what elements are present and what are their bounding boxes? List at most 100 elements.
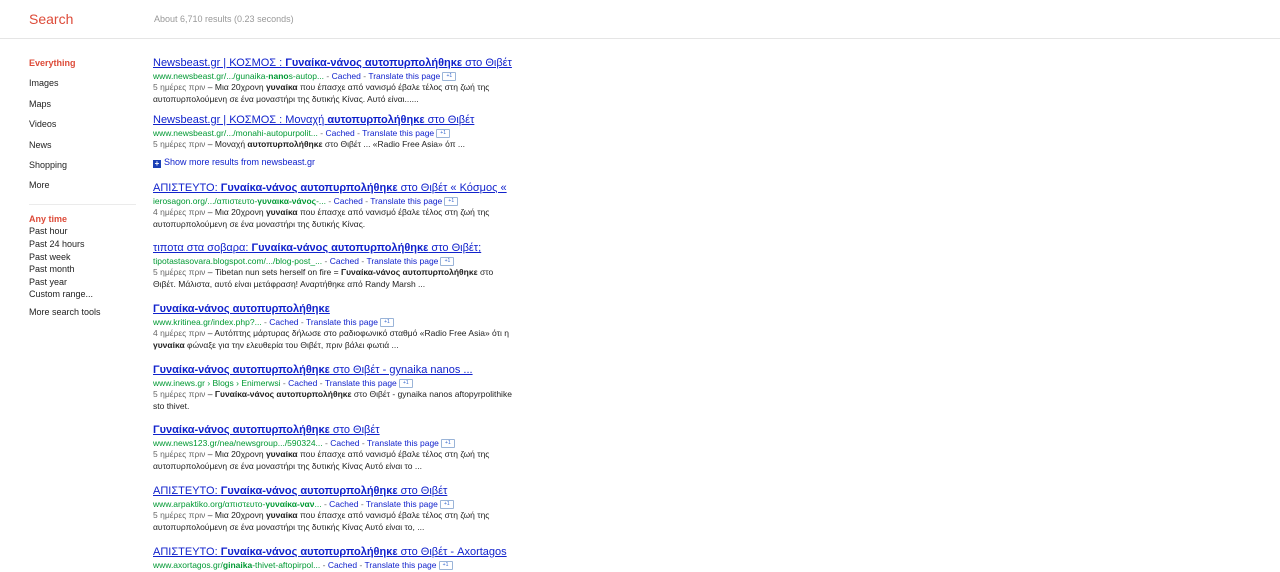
cached-link[interactable]: Cached bbox=[269, 317, 298, 327]
title-text: στο Θιβέτ bbox=[462, 57, 512, 69]
time-past-month[interactable]: Past month bbox=[29, 263, 139, 276]
translate-link[interactable]: Translate this page bbox=[325, 378, 397, 388]
separator: - bbox=[280, 378, 289, 388]
plus-one-button[interactable]: +1 bbox=[440, 257, 455, 267]
nav-everything[interactable]: Everything bbox=[29, 56, 139, 76]
title-highlight: Γυναίκα-νάνος αυτοπυρπολήθηκε bbox=[153, 303, 330, 315]
title-text: στο Θιβέτ - gynaika nanos ... bbox=[329, 364, 473, 376]
separator: - bbox=[357, 560, 365, 570]
result-snippet: 5 ημέρες πριν – Γυναίκα-νάνος αυτοπυρπολ… bbox=[153, 389, 512, 411]
cached-link[interactable]: Cached bbox=[334, 196, 363, 206]
result-url: www.kritinea.gr/index.php?... bbox=[153, 317, 262, 327]
separator: - bbox=[317, 378, 325, 388]
plus-one-button[interactable]: +1 bbox=[439, 500, 454, 510]
result-date: 5 ημέρες πριν bbox=[153, 82, 206, 92]
result-title-link[interactable]: Γυναίκα-νάνος αυτοπυρπολήθηκε στο Θιβέτ bbox=[153, 424, 513, 437]
title-highlight: αυτοπυρπολήθηκε bbox=[327, 114, 425, 126]
translate-link[interactable]: Translate this page bbox=[367, 438, 439, 448]
cached-link[interactable]: Cached bbox=[288, 378, 317, 388]
translate-link[interactable]: Translate this page bbox=[370, 196, 442, 206]
nav-images[interactable]: Images bbox=[29, 76, 139, 96]
result-date: 5 ημέρες πριν bbox=[153, 139, 206, 149]
result-title-link[interactable]: ΑΠΙΣΤΕΥΤΟ: Γυναίκα-νάνος αυτοπυρπολήθηκε… bbox=[153, 485, 513, 498]
result-title-link[interactable]: τιποτα στα σοβαρα: Γυναίκα-νάνος αυτοπυρ… bbox=[153, 242, 513, 255]
title-text: στο Θιβέτ « Κόσμος « bbox=[397, 182, 507, 194]
plus-one-button[interactable]: +1 bbox=[442, 72, 457, 82]
title-text: Newsbeast.gr | ΚΟΣΜΟΣ : Μοναχή bbox=[153, 114, 328, 126]
translate-link[interactable]: Translate this page bbox=[306, 317, 378, 327]
cached-link[interactable]: Cached bbox=[332, 71, 361, 81]
time-past-week[interactable]: Past week bbox=[29, 251, 139, 264]
result-title-link[interactable]: Newsbeast.gr | ΚΟΣΜΟΣ : Γυναίκα-νάνος αυ… bbox=[153, 57, 513, 70]
result-date: 5 ημέρες πριν bbox=[153, 389, 206, 399]
result-url-line: www.kritinea.gr/index.php?... - Cached -… bbox=[153, 316, 513, 328]
title-text: τιποτα στα σοβαρα: bbox=[153, 242, 252, 254]
result-url: www.axortagos.gr/ginaika-thivet-aftopirp… bbox=[153, 560, 321, 570]
result-url: www.newsbeast.gr/.../monahi-autopurpolit… bbox=[153, 128, 318, 138]
plus-one-button[interactable]: +1 bbox=[436, 129, 451, 139]
result-title-link[interactable]: ΑΠΙΣΤΕΥΤΟ: Γυναίκα-νάνος αυτοπυρπολήθηκε… bbox=[153, 182, 513, 195]
more-results-label: Show more results from newsbeast.gr bbox=[164, 157, 316, 167]
translate-link[interactable]: Translate this page bbox=[365, 560, 437, 570]
title-highlight: Γυναίκα-νάνος αυτοπυρπολήθηκε bbox=[251, 242, 429, 254]
search-result: Γυναίκα-νάνος αυτοπυρπολήθηκε στο Θιβέτ … bbox=[153, 424, 513, 472]
separator: - bbox=[358, 499, 366, 509]
nav-maps[interactable]: Maps bbox=[29, 97, 139, 117]
result-snippet: 5 ημέρες πριν – Tibetan nun sets herself… bbox=[153, 267, 494, 289]
result-stats: About 6,710 results (0.23 seconds) bbox=[154, 14, 294, 24]
plus-one-button[interactable]: +1 bbox=[398, 379, 413, 389]
result-snippet: 5 ημέρες πριν – Μια 20χρονη γυναίκα που … bbox=[153, 510, 490, 532]
show-more-results-link[interactable]: + Show more results from newsbeast.gr bbox=[153, 157, 315, 168]
title-text: Newsbeast.gr | ΚΟΣΜΟΣ : bbox=[153, 57, 286, 69]
time-past-24-hours[interactable]: Past 24 hours bbox=[29, 238, 139, 251]
result-title-link[interactable]: Newsbeast.gr | ΚΟΣΜΟΣ : Μοναχή αυτοπυρπο… bbox=[153, 114, 513, 127]
cached-link[interactable]: Cached bbox=[328, 560, 357, 570]
top-bar: Search About 6,710 results (0.23 seconds… bbox=[0, 0, 1280, 39]
cached-link[interactable]: Cached bbox=[330, 438, 359, 448]
result-date: 4 ημέρες πριν bbox=[153, 328, 206, 338]
translate-link[interactable]: Translate this page bbox=[366, 499, 438, 509]
nav-shopping[interactable]: Shopping bbox=[29, 158, 139, 178]
result-snippet: 5 ημέρες πριν – Μια 20χρονη γυναίκα που … bbox=[153, 449, 490, 471]
separator: - bbox=[359, 438, 367, 448]
result-url: tipotastasovara.blogspot.com/.../blog-po… bbox=[153, 256, 323, 266]
search-heading: Search bbox=[29, 11, 74, 27]
translate-link[interactable]: Translate this page bbox=[362, 128, 434, 138]
result-url-line: www.newsbeast.gr/.../gunaika-nanos-autop… bbox=[153, 70, 513, 82]
expand-plus-icon: + bbox=[153, 159, 161, 168]
result-url-line: www.inews.gr › Blogs › Enimerwsi - Cache… bbox=[153, 377, 513, 389]
result-url-line: www.news123.gr/nea/newsgroup.../590324..… bbox=[153, 437, 513, 449]
time-any-time[interactable]: Any time bbox=[29, 213, 139, 226]
result-snippet: 4 ημέρες πριν – Αυτόπτης μάρτυρας δήλωσε… bbox=[153, 328, 509, 350]
nav-divider bbox=[29, 203, 136, 205]
title-text: ΑΠΙΣΤΕΥΤΟ: bbox=[153, 182, 221, 194]
result-title-link[interactable]: Γυναίκα-νάνος αυτοπυρπολήθηκε στο Θιβέτ … bbox=[153, 364, 513, 377]
time-past-hour[interactable]: Past hour bbox=[29, 225, 139, 238]
plus-one-button[interactable]: +1 bbox=[444, 197, 459, 207]
title-text: στο Θιβέτ - Axortagos bbox=[397, 546, 507, 558]
plus-one-button[interactable]: +1 bbox=[438, 561, 453, 571]
nav-videos[interactable]: Videos bbox=[29, 117, 139, 137]
nav-news[interactable]: News bbox=[29, 138, 139, 158]
cached-link[interactable]: Cached bbox=[329, 499, 358, 509]
title-highlight: Γυναίκα-νάνος αυτοπυρπολήθηκε bbox=[153, 364, 330, 376]
result-snippet: 4 ημέρες πριν – Μια 20χρονη γυναίκα που … bbox=[153, 207, 490, 229]
result-url-line: www.arpaktiko.org/απιστευτο-γυναίκα-ναν.… bbox=[153, 498, 513, 510]
search-result: Newsbeast.gr | ΚΟΣΜΟΣ : Μοναχή αυτοπυρπο… bbox=[153, 114, 513, 151]
search-result: τιποτα στα σοβαρα: Γυναίκα-νάνος αυτοπυρ… bbox=[153, 242, 513, 290]
plus-one-button[interactable]: +1 bbox=[440, 439, 455, 449]
title-text: ΑΠΙΣΤΕΥΤΟ: bbox=[153, 485, 221, 497]
time-custom-range[interactable]: Custom range... bbox=[29, 288, 139, 301]
cached-link[interactable]: Cached bbox=[325, 128, 354, 138]
nav-more[interactable]: More bbox=[29, 178, 139, 198]
more-search-tools[interactable]: More search tools bbox=[29, 307, 139, 317]
plus-one-button[interactable]: +1 bbox=[379, 318, 394, 328]
cached-link[interactable]: Cached bbox=[330, 256, 359, 266]
result-title-link[interactable]: Γυναίκα-νάνος αυτοπυρπολήθηκε bbox=[153, 303, 513, 316]
separator: - bbox=[326, 196, 334, 206]
translate-link[interactable]: Translate this page bbox=[368, 71, 440, 81]
result-title-link[interactable]: ΑΠΙΣΤΕΥΤΟ: Γυναίκα-νάνος αυτοπυρπολήθηκε… bbox=[153, 546, 513, 559]
time-past-year[interactable]: Past year bbox=[29, 276, 139, 289]
translate-link[interactable]: Translate this page bbox=[366, 256, 438, 266]
result-date: 5 ημέρες πριν bbox=[153, 510, 206, 520]
